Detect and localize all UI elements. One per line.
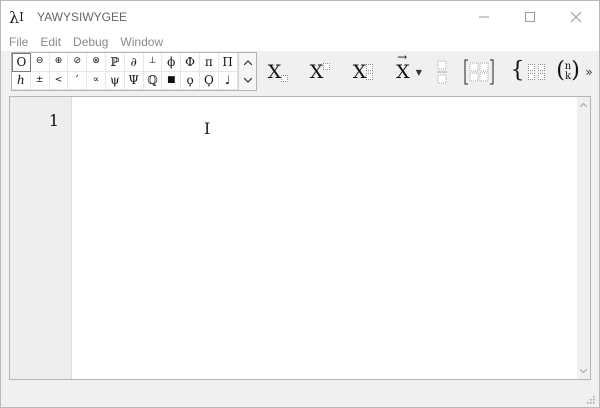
symbol-button[interactable]: π — [199, 53, 219, 72]
placeholder-box — [366, 64, 374, 71]
symbol-button[interactable]: O — [12, 53, 31, 72]
minimize-icon — [479, 16, 489, 18]
toolbar: O ⊖ ⊕ ⊘ ⊗ ℙ ∂ ⊥ ϕ Φ π Π ℎ ± < ′ ∝ ψ Ψ ℚ — [1, 50, 599, 93]
chevron-down-icon — [244, 77, 252, 83]
app-window: λI YAWYSIWYGEE File Edit Debug Window O … — [0, 0, 600, 408]
symbol-button[interactable]: ϕ — [162, 53, 182, 72]
fraction-button[interactable] — [433, 55, 451, 89]
app-logo-icon: λI — [9, 7, 24, 27]
symbol-button[interactable]: Ψ — [124, 71, 144, 90]
palette-scrollbar[interactable] — [238, 53, 256, 90]
menu-debug[interactable]: Debug — [67, 33, 114, 51]
matrix-button[interactable] — [463, 55, 495, 89]
symbol-button[interactable]: ♩ — [218, 71, 238, 90]
binomial-button[interactable]: ( n k ) — [556, 55, 580, 89]
menu-edit[interactable]: Edit — [34, 33, 67, 51]
cases-button[interactable]: { — [511, 55, 545, 89]
window-controls — [461, 1, 599, 33]
symbol-button[interactable]: ⊖ — [30, 53, 50, 72]
minimize-button[interactable] — [461, 1, 507, 33]
scroll-down-button[interactable] — [577, 363, 590, 379]
matrix-icon — [464, 59, 494, 85]
binomial-bottom: k — [564, 71, 572, 82]
close-icon — [571, 12, 581, 22]
accent-button[interactable]: → X ▼ — [389, 50, 429, 89]
placeholder-box — [537, 73, 545, 80]
title-bar[interactable]: λI YAWYSIWYGEE — [1, 1, 599, 33]
menu-file[interactable]: File — [3, 33, 34, 51]
symbol-button[interactable]: ∝ — [87, 71, 106, 90]
subsuperscript-button[interactable]: X — [348, 55, 378, 89]
text-cursor-icon: I — [204, 119, 211, 138]
placeholder-box — [537, 64, 545, 71]
placeholder-box — [323, 62, 331, 70]
symbol-button[interactable]: ± — [30, 71, 50, 90]
symbol-button[interactable]: ■ — [162, 71, 182, 90]
symbol-button[interactable]: ′ — [68, 71, 88, 90]
symbol-button[interactable]: Π — [218, 53, 238, 72]
close-button[interactable] — [553, 1, 599, 33]
window-title: YAWYSIWYGEE — [37, 10, 128, 24]
superscript-button[interactable]: X — [305, 55, 335, 89]
symbol-grid: O ⊖ ⊕ ⊘ ⊗ ℙ ∂ ⊥ ϕ Φ π Π ℎ ± < ′ ∝ ψ Ψ ℚ — [12, 53, 238, 90]
fraction-icon — [437, 60, 447, 84]
scroll-up-button[interactable] — [577, 97, 590, 113]
toolbar-overflow-button[interactable]: » — [583, 55, 595, 89]
symbol-button[interactable]: ℎ — [12, 71, 31, 90]
symbol-button[interactable]: < — [49, 71, 69, 90]
symbol-button[interactable]: ⊘ — [68, 53, 88, 72]
line-number-gutter: 1 — [10, 97, 72, 379]
editor: 1 I — [9, 96, 591, 380]
chevron-up-icon — [580, 103, 587, 107]
placeholder-box — [281, 74, 289, 82]
palette-scroll-down[interactable] — [239, 71, 257, 89]
symbol-palette: O ⊖ ⊕ ⊘ ⊗ ℙ ∂ ⊥ ϕ Φ π Π ℎ ± < ′ ∝ ψ Ψ ℚ — [11, 52, 257, 91]
left-brace-icon: { — [510, 58, 525, 83]
status-bar — [1, 385, 599, 407]
symbol-button[interactable]: ℙ — [105, 53, 125, 72]
symbol-button[interactable]: ψ — [105, 71, 125, 90]
symbol-button[interactable]: ⊥ — [143, 53, 163, 72]
symbol-button[interactable]: Ϙ — [199, 71, 219, 90]
placeholder-box — [366, 73, 374, 80]
symbol-button[interactable]: ℚ — [143, 71, 163, 90]
resize-grip-icon[interactable] — [585, 394, 595, 404]
chevron-up-icon — [244, 59, 252, 65]
line-number: 1 — [48, 111, 59, 130]
subscript-button[interactable]: X — [263, 55, 293, 89]
symbol-button[interactable]: ∂ — [124, 53, 144, 72]
symbol-button[interactable]: ⊗ — [87, 53, 106, 72]
palette-scroll-up[interactable] — [239, 53, 257, 71]
placeholder-box — [527, 73, 535, 80]
menu-bar: File Edit Debug Window — [1, 33, 599, 51]
menu-window[interactable]: Window — [114, 33, 169, 51]
maximize-icon — [525, 12, 535, 22]
symbol-button[interactable]: ϙ — [181, 71, 200, 90]
placeholder-box — [527, 64, 535, 71]
equation-editor-area[interactable] — [73, 97, 577, 379]
accent-dropdown-icon[interactable]: ▼ — [416, 68, 422, 77]
chevron-down-icon — [580, 369, 587, 373]
maximize-button[interactable] — [507, 1, 553, 33]
symbol-button[interactable]: ⊕ — [49, 53, 69, 72]
symbol-button[interactable]: Φ — [181, 53, 200, 72]
vertical-scrollbar[interactable] — [577, 97, 590, 379]
